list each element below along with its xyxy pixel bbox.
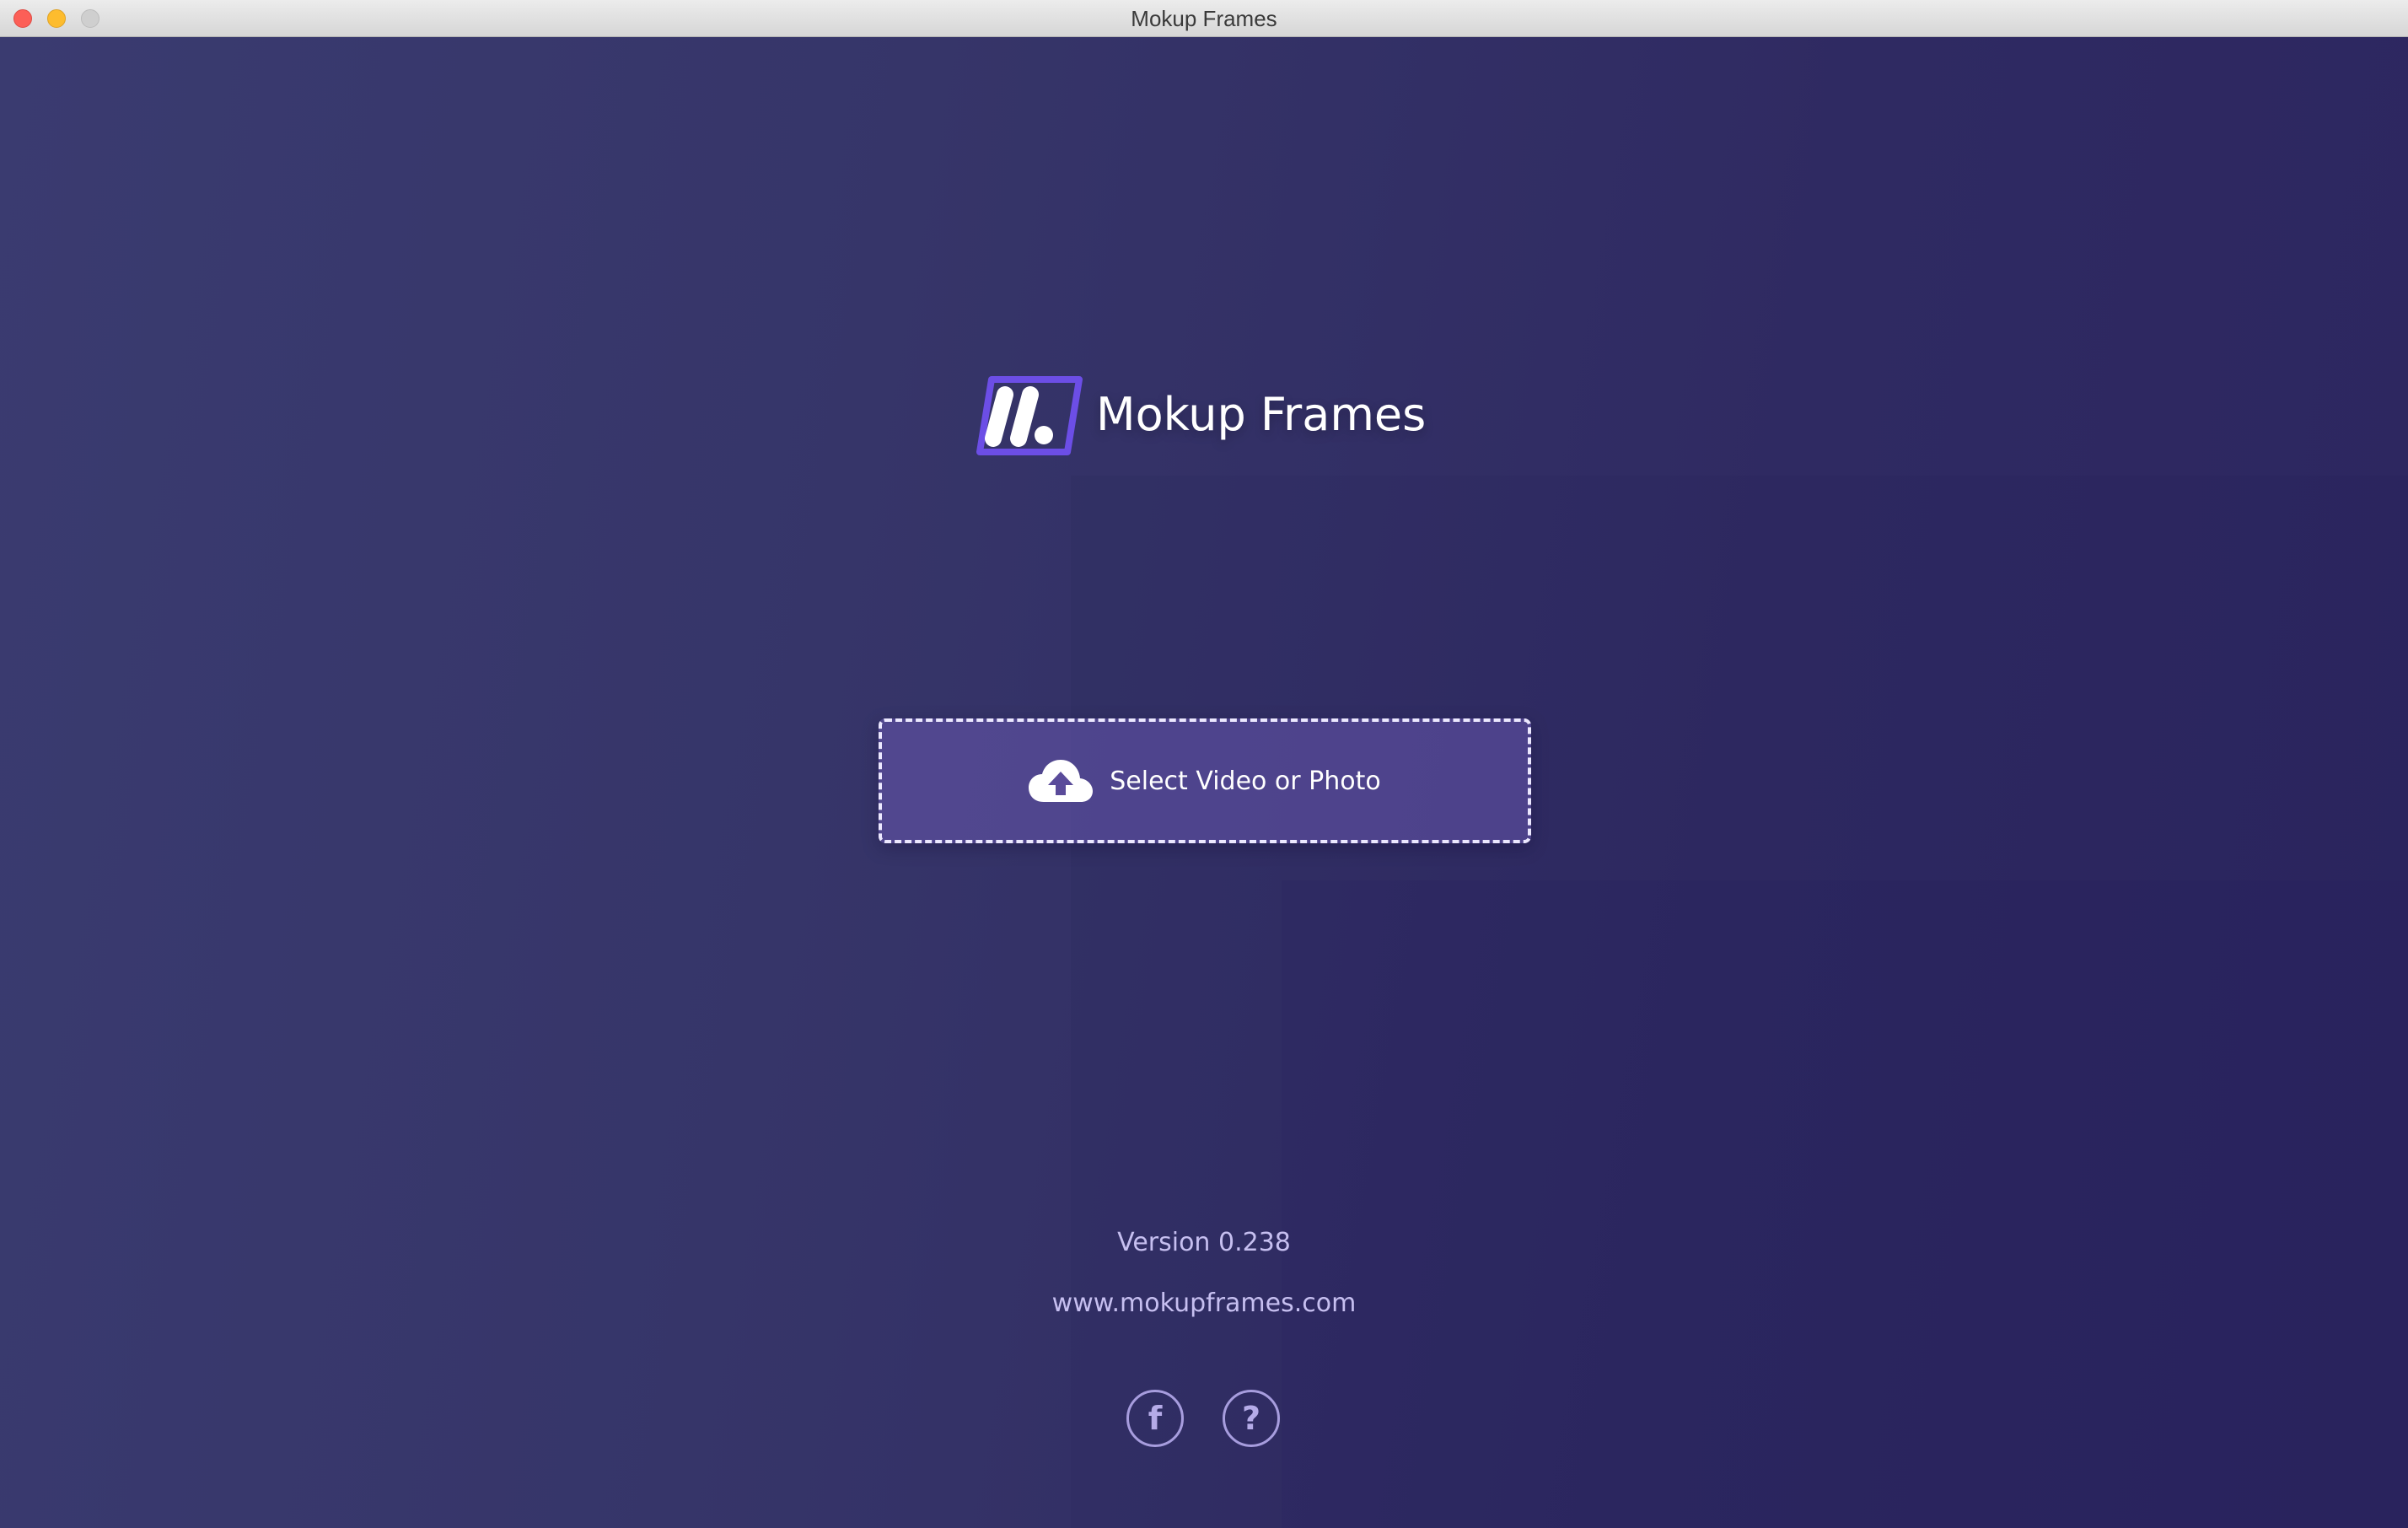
select-video-or-photo-button[interactable]: Select Video or Photo bbox=[879, 718, 1531, 843]
window-title: Mokup Frames bbox=[1131, 6, 1277, 31]
cloud-upload-icon bbox=[1029, 760, 1094, 802]
background-shade bbox=[1282, 880, 2408, 1528]
mokup-frames-logo-icon bbox=[976, 376, 1083, 455]
help-icon[interactable]: ? bbox=[1223, 1390, 1280, 1447]
main-content: Mokup Frames Select Video or Photo Versi… bbox=[0, 37, 2408, 1528]
app-window: Mokup Frames Mokup Frames Select Video o… bbox=[0, 0, 2408, 1528]
version-label: Version 0.238 bbox=[1117, 1228, 1291, 1257]
select-video-or-photo-label: Select Video or Photo bbox=[1110, 766, 1381, 796]
brand-header: Mokup Frames bbox=[968, 368, 1426, 460]
facebook-icon[interactable]: f bbox=[1126, 1390, 1184, 1447]
title-bar: Mokup Frames bbox=[0, 0, 2408, 37]
website-link[interactable]: www.mokupframes.com bbox=[1029, 1289, 1379, 1318]
app-name: Mokup Frames bbox=[1096, 387, 1427, 441]
